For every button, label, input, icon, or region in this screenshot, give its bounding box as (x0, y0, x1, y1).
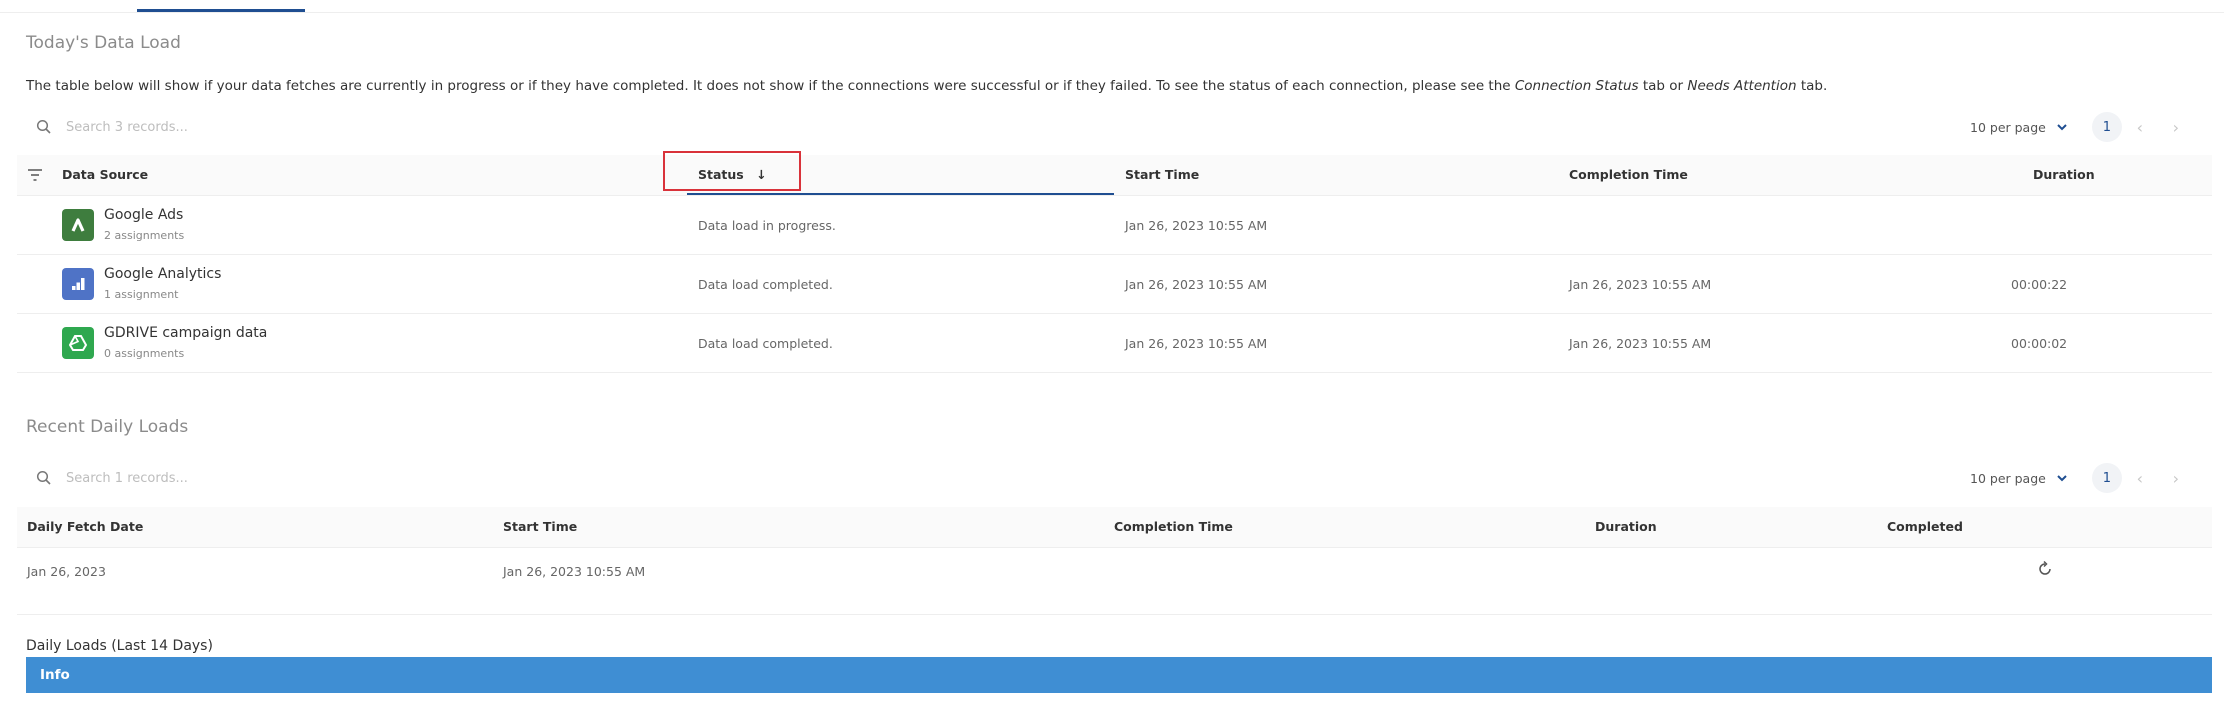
start-time: Jan 26, 2023 10:55 AM (503, 564, 646, 579)
column-header-start-time[interactable]: Start Time (1125, 167, 1199, 182)
prev-page-icon[interactable]: ‹ (2122, 118, 2158, 137)
prev-page-icon[interactable]: ‹ (2122, 469, 2158, 488)
duration: 00:00:02 (2011, 336, 2068, 351)
chevron-down-icon (2057, 124, 2067, 131)
assignments-count: 1 assignment (104, 288, 179, 301)
column-header-data-source[interactable]: Data Source (62, 167, 148, 182)
google-analytics-icon (62, 268, 94, 300)
today-description: The table below will show if your data f… (26, 78, 1828, 94)
column-header-completed[interactable]: Completed (1887, 519, 1963, 534)
google-ads-icon (62, 209, 94, 241)
column-header-start-time[interactable]: Start Time (503, 519, 577, 534)
column-header-completion-time[interactable]: Completion Time (1569, 167, 1688, 182)
today-search (36, 110, 468, 144)
completion-time: Jan 26, 2023 10:55 AM (1569, 277, 1712, 292)
recent-search (36, 461, 468, 495)
active-tab-indicator (137, 9, 305, 12)
next-page-icon[interactable]: › (2158, 469, 2194, 488)
recent-table-header: Daily Fetch Date Start Time Completion T… (17, 507, 2212, 548)
duration: 00:00:22 (2011, 277, 2068, 292)
section-title-last-14-days: Daily Loads (Last 14 Days) (26, 638, 213, 654)
today-pager: 10 per page 1 ‹ › (1970, 110, 2194, 144)
chevron-down-icon (2057, 475, 2067, 482)
column-header-daily-fetch-date[interactable]: Daily Fetch Date (27, 519, 143, 534)
table-row[interactable]: GDRIVE campaign data 0 assignments Data … (17, 314, 2212, 373)
google-drive-icon (62, 327, 94, 359)
info-bar[interactable]: Info (26, 657, 2212, 693)
assignments-count: 2 assignments (104, 229, 185, 242)
data-source-name[interactable]: GDRIVE campaign data (104, 325, 267, 341)
table-row[interactable]: Google Ads 2 assignments Data load in pr… (17, 196, 2212, 255)
search-icon (36, 470, 51, 485)
today-search-input[interactable] (64, 118, 468, 136)
start-time: Jan 26, 2023 10:55 AM (1125, 336, 1268, 351)
start-time: Jan 26, 2023 10:55 AM (1125, 218, 1268, 233)
section-title-recent: Recent Daily Loads (26, 417, 189, 437)
daily-fetch-date: Jan 26, 2023 (27, 564, 106, 579)
data-source-name[interactable]: Google Analytics (104, 266, 221, 282)
recent-pager: 10 per page 1 ‹ › (1970, 461, 2194, 495)
needs-attention-link[interactable]: Needs Attention (1687, 78, 1796, 94)
start-time: Jan 26, 2023 10:55 AM (1125, 277, 1268, 292)
page-number-button[interactable]: 1 (2091, 112, 2122, 142)
today-table-header: Data Source Status ↓ Start Time Completi… (17, 155, 2212, 196)
table-row[interactable]: Google Analytics 1 assignment Data load … (17, 255, 2212, 314)
status-header-highlight (663, 151, 801, 191)
status-sort-indicator (687, 193, 1114, 195)
data-source-name[interactable]: Google Ads (104, 207, 183, 223)
column-header-duration[interactable]: Duration (2033, 167, 2095, 182)
tab-strip (0, 0, 2224, 13)
column-header-completion-time[interactable]: Completion Time (1114, 519, 1233, 534)
column-header-duration[interactable]: Duration (1595, 519, 1657, 534)
per-page-select[interactable]: 10 per page (1970, 120, 2068, 135)
completion-time: Jan 26, 2023 10:55 AM (1569, 336, 1712, 351)
per-page-select[interactable]: 10 per page (1970, 471, 2068, 486)
status-text: Data load completed. (698, 336, 833, 351)
next-page-icon[interactable]: › (2158, 118, 2194, 137)
section-title-today: Today's Data Load (26, 33, 181, 53)
filter-icon[interactable] (27, 168, 43, 182)
status-text: Data load completed. (698, 277, 833, 292)
assignments-count: 0 assignments (104, 347, 185, 360)
table-row[interactable]: Jan 26, 2023 Jan 26, 2023 10:55 AM (17, 548, 2212, 615)
status-text: Data load in progress. (698, 218, 836, 233)
recent-search-input[interactable] (64, 469, 468, 487)
page-number-button[interactable]: 1 (2091, 463, 2122, 493)
refresh-icon (2039, 560, 2051, 575)
search-icon (36, 119, 51, 134)
connection-status-link[interactable]: Connection Status (1515, 78, 1639, 94)
